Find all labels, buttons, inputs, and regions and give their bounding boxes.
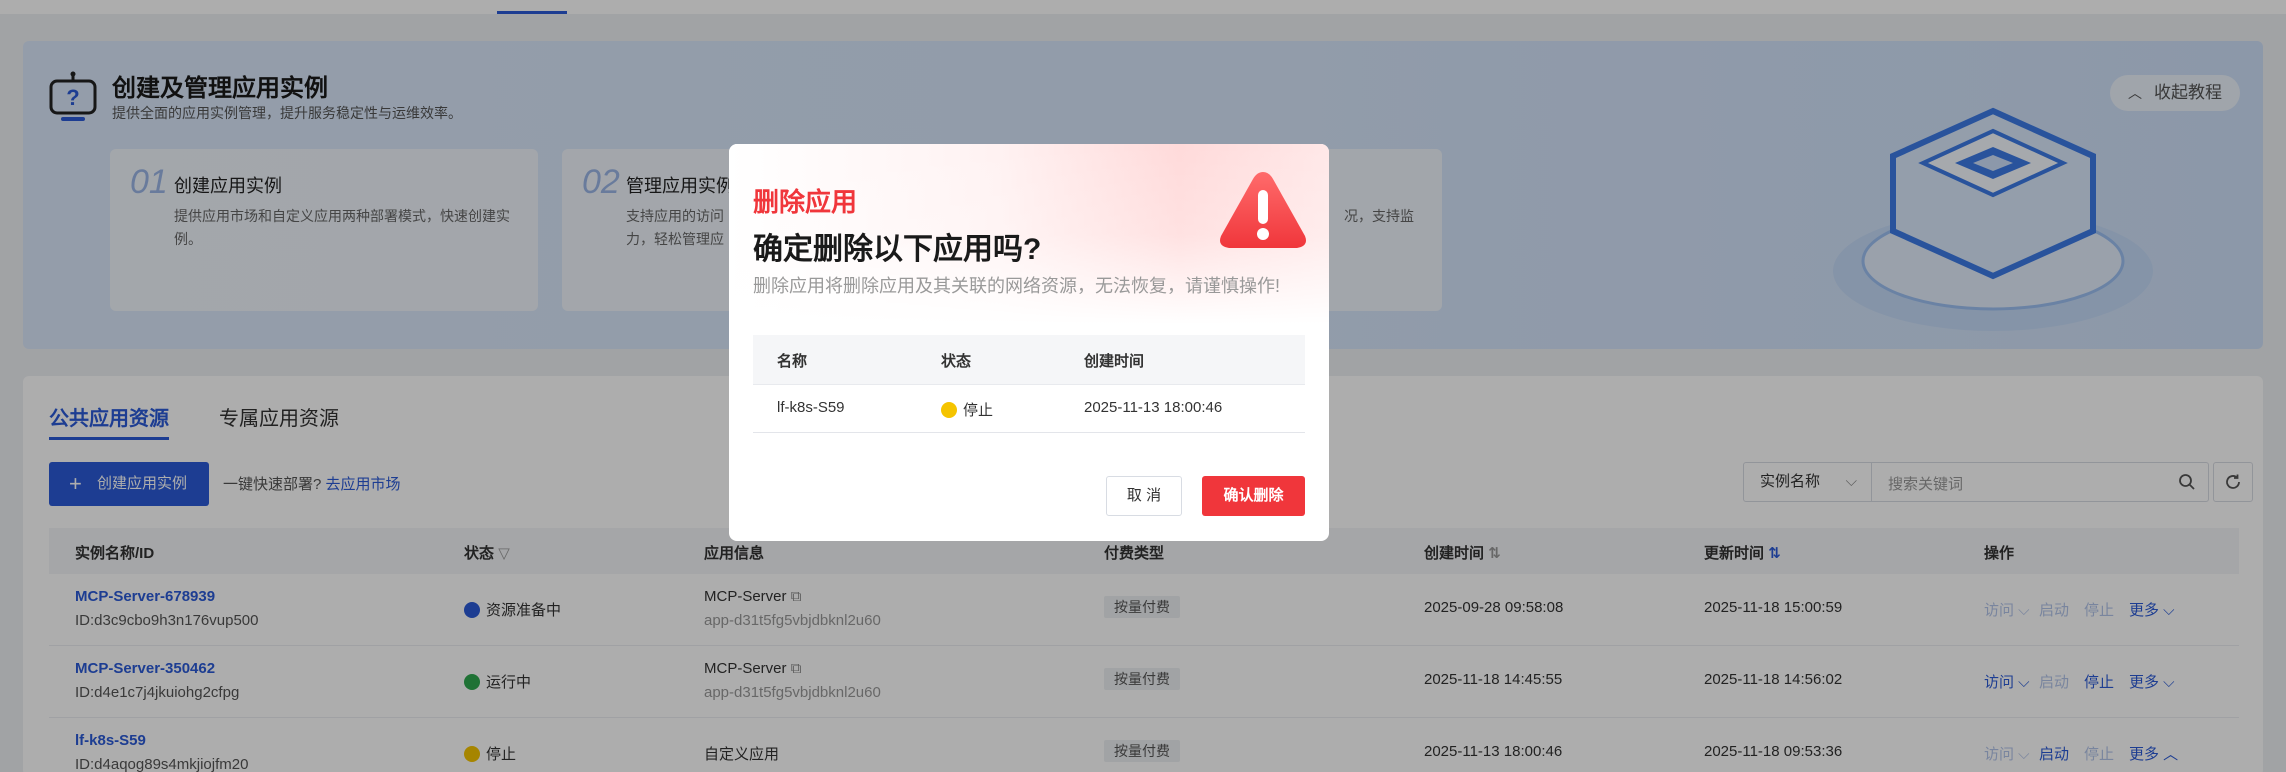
- confirm-delete-button[interactable]: 确认删除: [1202, 476, 1305, 516]
- stop-status-icon: [941, 402, 957, 418]
- delete-target-name: lf-k8s-S59: [777, 399, 845, 416]
- dialog-kicker: 删除应用: [753, 187, 858, 217]
- col-created: 创建时间: [1084, 353, 1145, 370]
- delete-target-status: 停止: [941, 399, 993, 420]
- delete-target-table: 名称 状态 创建时间 lf-k8s-S59 停止 2025-11-13 18:0…: [753, 335, 1305, 433]
- cancel-button[interactable]: 取 消: [1106, 476, 1182, 516]
- delete-table-header: 名称 状态 创建时间: [753, 335, 1305, 385]
- delete-target-created: 2025-11-13 18:00:46: [1084, 399, 1223, 416]
- dialog-warning: 删除应用将删除应用及其关联的网络资源，无法恢复，请谨慎操作!: [753, 276, 1280, 296]
- col-status: 状态: [941, 353, 972, 370]
- delete-app-dialog: 删除应用 确定删除以下应用吗? 删除应用将删除应用及其关联的网络资源，无法恢复，…: [729, 144, 1329, 541]
- warning-triangle-icon: [1220, 172, 1306, 248]
- dialog-title: 确定删除以下应用吗?: [753, 233, 1042, 266]
- col-name: 名称: [777, 353, 808, 370]
